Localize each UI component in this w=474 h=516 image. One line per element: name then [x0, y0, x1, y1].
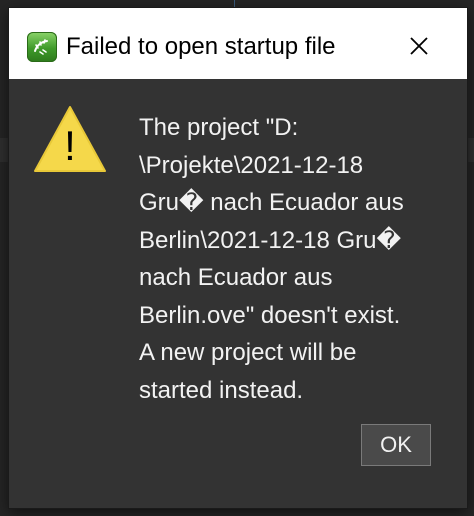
- warning-symbol: !: [64, 122, 76, 169]
- close-button[interactable]: [399, 28, 439, 64]
- startup-error-dialog: Failed to open startup file ! The projec…: [9, 8, 467, 508]
- close-icon: [410, 37, 428, 55]
- dialog-titlebar: Failed to open startup file: [9, 8, 467, 79]
- error-message: The project "D: \Projekte\2021-12-18 Gru…: [139, 114, 404, 404]
- dialog-title: Failed to open startup file: [66, 33, 336, 60]
- app-logo-icon: [27, 32, 57, 62]
- ok-button[interactable]: OK: [361, 424, 431, 466]
- warning-icon: !: [34, 106, 106, 172]
